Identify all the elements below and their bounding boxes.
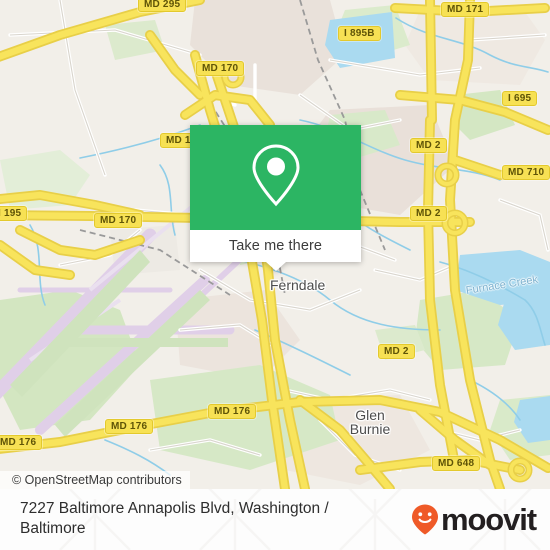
road-shield: MD 648 bbox=[432, 456, 481, 471]
road-shield: MD 176 bbox=[0, 435, 43, 450]
popup-tail bbox=[265, 262, 286, 271]
moovit-smiley-pin-icon bbox=[410, 503, 440, 535]
road-shield: MD 2 bbox=[410, 206, 447, 221]
road-shield: MD 171 bbox=[441, 2, 490, 17]
road-shield: MD 176 bbox=[105, 419, 154, 434]
road-shield: MD 170 bbox=[196, 61, 245, 76]
road-shield: MD 2 bbox=[410, 138, 447, 153]
moovit-logo[interactable]: moovit bbox=[410, 501, 537, 537]
road-shield: MD 2 bbox=[378, 344, 415, 359]
place-label: Glen Burnie bbox=[349, 407, 391, 437]
road-shield: I 695 bbox=[502, 91, 538, 106]
road-shield: I 895B bbox=[338, 26, 381, 41]
osm-attribution[interactable]: © OpenStreetMap contributors bbox=[0, 471, 190, 491]
popup-pin-area bbox=[190, 125, 361, 230]
location-popup-card[interactable]: Take me there bbox=[190, 125, 361, 271]
road-shield: MD 176 bbox=[208, 404, 257, 419]
popup-cta-label: Take me there bbox=[228, 238, 323, 254]
road-shield: MD 295 bbox=[138, 0, 187, 12]
place-label: Ferndale bbox=[270, 277, 326, 293]
map-screenshot: MD 295 MD 171 I 895B MD 170 I 695 MD 1 MD 2 MD … bbox=[0, 0, 550, 550]
road-shield: MD 710 bbox=[502, 165, 550, 180]
road-shield: I 195 bbox=[0, 206, 28, 221]
address-label: 7227 Baltimore Annapolis Blvd, Washingto… bbox=[20, 500, 329, 537]
bottom-info-bar: 7227 Baltimore Annapolis Blvd, Washingto… bbox=[0, 489, 550, 550]
road-shield: MD 170 bbox=[94, 213, 143, 228]
map-pin-icon bbox=[249, 142, 303, 213]
moovit-wordmark: moovit bbox=[440, 501, 537, 537]
popup-cta[interactable]: Take me there bbox=[190, 230, 361, 271]
